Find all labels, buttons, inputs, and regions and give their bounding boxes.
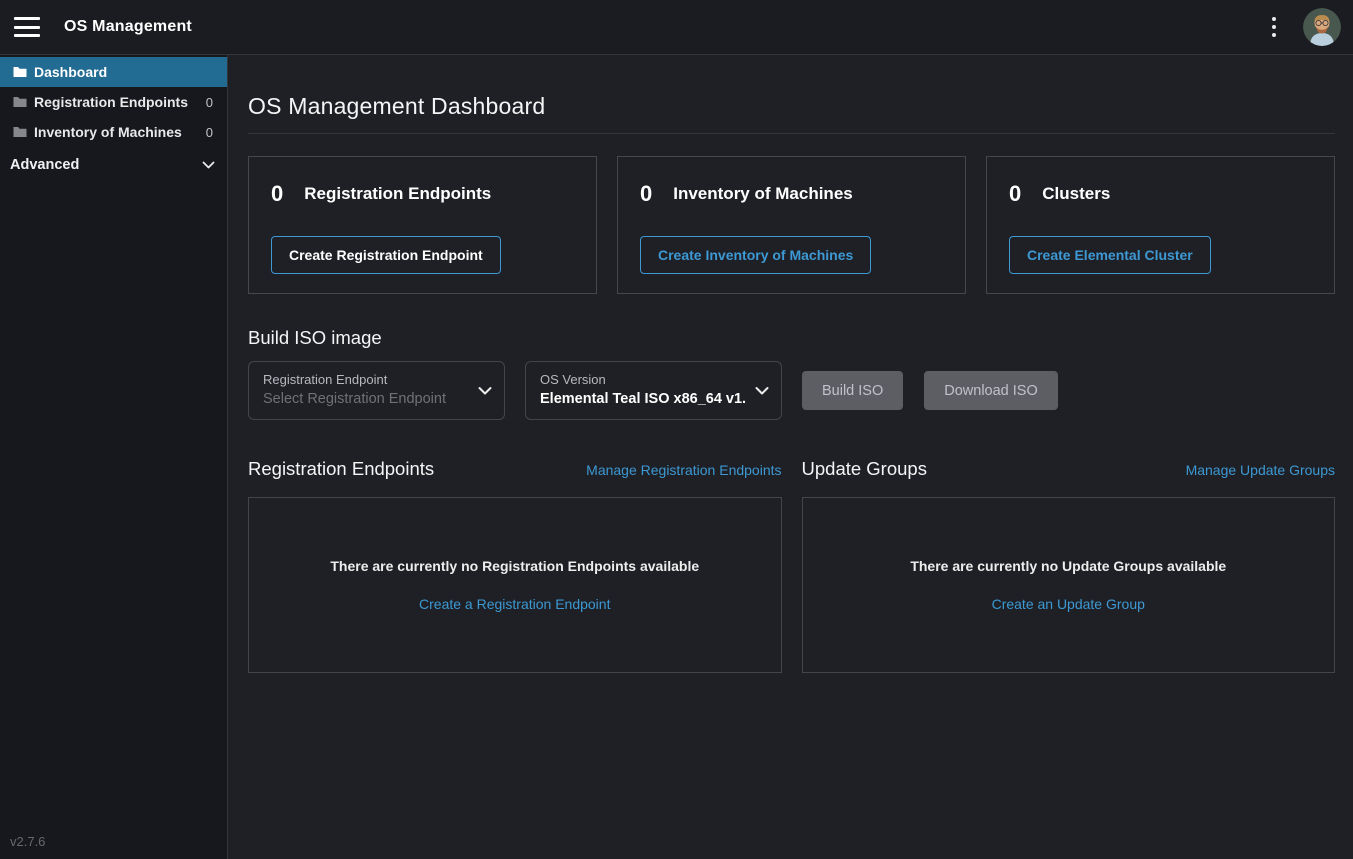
sidebar-item-dashboard[interactable]: Dashboard [0,57,227,87]
chevron-down-icon [478,386,492,395]
sidebar-item-count: 0 [206,125,213,140]
sidebar-item-label: Registration Endpoints [34,94,206,110]
create-inventory-of-machines-button[interactable]: Create Inventory of Machines [640,236,871,274]
manage-registration-endpoints-link[interactable]: Manage Registration Endpoints [586,462,781,478]
kebab-menu-icon[interactable] [1259,9,1289,45]
main-content: OS Management Dashboard 0 Registration E… [228,55,1353,859]
download-iso-button[interactable]: Download ISO [924,371,1058,410]
app-body: Dashboard Registration Endpoints 0 Inven… [0,55,1353,859]
app-header: OS Management [0,0,1353,55]
sidebar-item-label: Inventory of Machines [34,124,206,140]
sidebar-item-label: Dashboard [34,64,213,80]
create-registration-endpoint-link[interactable]: Create a Registration Endpoint [419,596,610,612]
registration-endpoints-empty-panel: There are currently no Registration Endp… [248,497,782,673]
select-value: Elemental Teal ISO x86_64 v1.... [540,391,747,407]
stat-card-head: 0 Inventory of Machines [640,181,943,207]
folder-icon [13,126,27,138]
registration-endpoints-section: Registration Endpoints Manage Registrati… [248,458,782,673]
title-divider [248,133,1335,134]
app-root: OS Management Dashboard [0,0,1353,859]
stat-label: Inventory of Machines [673,184,852,204]
page-title: OS Management Dashboard [248,93,1335,120]
user-avatar[interactable] [1303,8,1341,46]
bottom-sections: Registration Endpoints Manage Registrati… [248,458,1335,673]
select-label: OS Version [540,372,747,387]
section-title: Registration Endpoints [248,458,434,480]
sidebar-item-registration-endpoints[interactable]: Registration Endpoints 0 [0,87,227,117]
section-header: Update Groups Manage Update Groups [802,458,1336,480]
stat-card-clusters: 0 Clusters Create Elemental Cluster [986,156,1335,294]
stat-card-inventory-of-machines: 0 Inventory of Machines Create Inventory… [617,156,966,294]
stat-label: Registration Endpoints [304,184,491,204]
section-header: Registration Endpoints Manage Registrati… [248,458,782,480]
manage-update-groups-link[interactable]: Manage Update Groups [1186,462,1335,478]
stat-count: 0 [640,181,652,207]
stat-count: 0 [1009,181,1021,207]
chevron-down-icon [202,161,215,169]
os-version-select[interactable]: OS Version Elemental Teal ISO x86_64 v1.… [525,361,782,420]
select-label: Registration Endpoint [263,372,470,387]
iso-buttons: Build ISO Download ISO [802,371,1058,410]
chevron-down-icon [755,386,769,395]
sidebar: Dashboard Registration Endpoints 0 Inven… [0,55,228,859]
sidebar-item-inventory-of-machines[interactable]: Inventory of Machines 0 [0,117,227,147]
sidebar-group-advanced[interactable]: Advanced [0,149,227,181]
build-iso-button[interactable]: Build ISO [802,371,903,410]
version-label: v2.7.6 [10,834,45,849]
hamburger-menu-icon[interactable] [14,17,40,37]
create-elemental-cluster-button[interactable]: Create Elemental Cluster [1009,236,1211,274]
sidebar-group-label: Advanced [10,157,79,173]
build-iso-title: Build ISO image [248,327,1335,349]
stat-label: Clusters [1042,184,1110,204]
section-title: Update Groups [802,458,927,480]
update-groups-section: Update Groups Manage Update Groups There… [802,458,1336,673]
update-groups-empty-panel: There are currently no Update Groups ava… [802,497,1336,673]
stat-card-head: 0 Registration Endpoints [271,181,574,207]
empty-state-text: There are currently no Update Groups ava… [910,558,1226,574]
create-registration-endpoint-button[interactable]: Create Registration Endpoint [271,236,501,274]
stat-card-registration-endpoints: 0 Registration Endpoints Create Registra… [248,156,597,294]
create-update-group-link[interactable]: Create an Update Group [992,596,1145,612]
stat-card-head: 0 Clusters [1009,181,1312,207]
select-placeholder: Select Registration Endpoint [263,391,470,407]
stat-count: 0 [271,181,283,207]
stat-cards-row: 0 Registration Endpoints Create Registra… [248,156,1335,294]
folder-icon [13,66,27,78]
folder-icon [13,96,27,108]
build-iso-row: Registration Endpoint Select Registratio… [248,361,1335,420]
empty-state-text: There are currently no Registration Endp… [330,558,699,574]
app-title: OS Management [64,18,192,36]
sidebar-item-count: 0 [206,95,213,110]
registration-endpoint-select[interactable]: Registration Endpoint Select Registratio… [248,361,505,420]
